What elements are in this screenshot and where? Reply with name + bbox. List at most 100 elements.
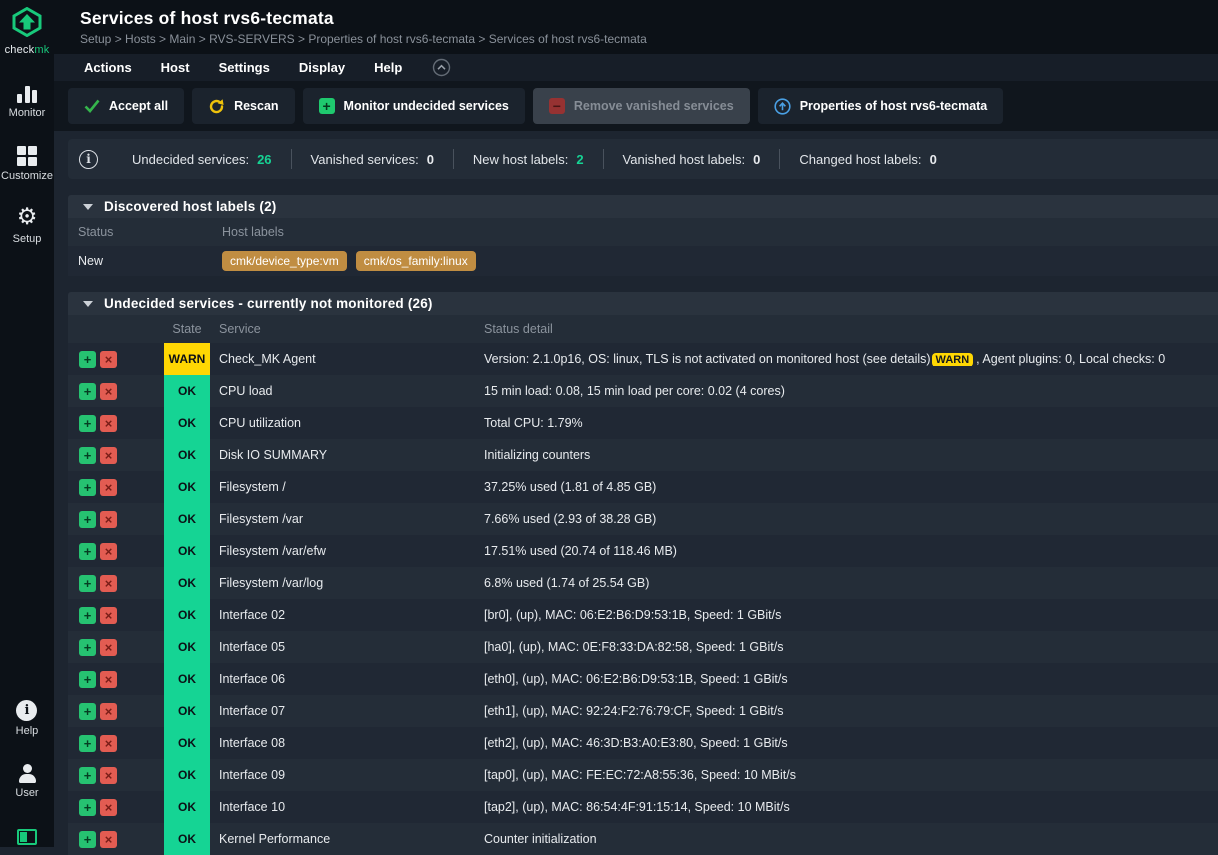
page-header: Services of host rvs6-tecmata Setup > Ho…	[54, 0, 1218, 54]
state-badge: OK	[164, 631, 210, 663]
summary-new-host-labels: New host labels:2	[473, 152, 584, 167]
menu-actions[interactable]: Actions	[84, 60, 132, 75]
state-badge: OK	[164, 535, 210, 567]
row-controls: + ×	[68, 415, 164, 432]
ignore-service-button[interactable]: ×	[100, 831, 117, 848]
monitor-service-button[interactable]: +	[79, 575, 96, 592]
monitor-service-button[interactable]: +	[79, 543, 96, 560]
host-labels-row: New cmk/device_type:vmcmk/os_family:linu…	[68, 246, 1218, 276]
ignore-service-button[interactable]: ×	[100, 479, 117, 496]
monitor-service-button[interactable]: +	[79, 447, 96, 464]
sidebar-nav: Monitor Customize ⚙ Setup	[1, 56, 53, 245]
row-controls: + ×	[68, 703, 164, 720]
monitor-service-button[interactable]: +	[79, 511, 96, 528]
monitor-service-button[interactable]: +	[79, 831, 96, 848]
ignore-service-button[interactable]: ×	[100, 607, 117, 624]
state-badge: OK	[164, 759, 210, 791]
summary-changed-host-labels: Changed host labels:0	[799, 152, 936, 167]
service-name: Interface 10	[210, 800, 484, 814]
monitor-service-button[interactable]: +	[79, 735, 96, 752]
service-name: Interface 06	[210, 672, 484, 686]
sidebar-item-customize[interactable]: Customize	[1, 142, 53, 182]
monitor-undecided-services-button[interactable]: + Monitor undecided services	[303, 88, 525, 124]
summary-separator	[779, 149, 780, 169]
services-table-header: State Service Status detail	[68, 315, 1218, 343]
properties-of-host-button[interactable]: Properties of host rvs6-tecmata	[758, 88, 1004, 124]
ignore-service-button[interactable]: ×	[100, 703, 117, 720]
sidebar-item-help[interactable]: i Help	[16, 697, 39, 737]
ignore-service-button[interactable]: ×	[100, 383, 117, 400]
status-detail: 15 min load: 0.08, 15 min load per core:…	[484, 384, 1218, 398]
accept-all-button[interactable]: Accept all	[68, 88, 184, 124]
monitor-service-button[interactable]: +	[79, 639, 96, 656]
status-detail: Total CPU: 1.79%	[484, 416, 1218, 430]
row-controls: + ×	[68, 607, 164, 624]
menu-host[interactable]: Host	[161, 60, 190, 75]
menu-display[interactable]: Display	[299, 60, 345, 75]
breadcrumb[interactable]: Setup > Hosts > Main > RVS-SERVERS > Pro…	[80, 32, 1218, 46]
undecided-services-section: Undecided services - currently not monit…	[68, 292, 1218, 855]
status-detail: 6.8% used (1.74 of 25.54 GB)	[484, 576, 1218, 590]
sidebar-item-user[interactable]: User	[15, 759, 38, 799]
service-name: Filesystem /	[210, 480, 484, 494]
sidebar-item-monitor[interactable]: Monitor	[9, 79, 46, 119]
monitor-service-button[interactable]: +	[79, 671, 96, 688]
ignore-service-button[interactable]: ×	[100, 543, 117, 560]
service-row: + × OK Interface 05 [ha0], (up), MAC: 0E…	[68, 631, 1218, 663]
monitor-service-button[interactable]: +	[79, 383, 96, 400]
collapse-triangle-icon	[83, 204, 93, 210]
ignore-service-button[interactable]: ×	[100, 511, 117, 528]
chevron-up-circle-icon	[432, 58, 451, 77]
service-name: Interface 09	[210, 768, 484, 782]
monitor-service-button[interactable]: +	[79, 767, 96, 784]
monitor-service-button[interactable]: +	[79, 799, 96, 816]
checkmk-hexagon-icon	[11, 7, 43, 37]
host-labels-section-header[interactable]: Discovered host labels (2)	[68, 195, 1218, 218]
menu-settings[interactable]: Settings	[219, 60, 270, 75]
service-row: + × OK Interface 02 [br0], (up), MAC: 06…	[68, 599, 1218, 631]
row-controls: + ×	[68, 543, 164, 560]
monitor-service-button[interactable]: +	[79, 351, 96, 368]
sidebar-item-setup[interactable]: ⚙ Setup	[13, 205, 42, 245]
row-controls: + ×	[68, 447, 164, 464]
ignore-service-button[interactable]: ×	[100, 351, 117, 368]
ignore-service-button[interactable]: ×	[100, 415, 117, 432]
monitor-service-button[interactable]: +	[79, 479, 96, 496]
menu-help[interactable]: Help	[374, 60, 402, 75]
row-controls: + ×	[68, 639, 164, 656]
collapse-menubar-button[interactable]	[432, 58, 451, 77]
ignore-service-button[interactable]: ×	[100, 447, 117, 464]
collapse-triangle-icon	[83, 301, 93, 307]
ignore-service-button[interactable]: ×	[100, 639, 117, 656]
service-row: + × OK Interface 07 [eth1], (up), MAC: 9…	[68, 695, 1218, 727]
ignore-service-button[interactable]: ×	[100, 799, 117, 816]
service-name: CPU utilization	[210, 416, 484, 430]
refresh-icon	[208, 98, 225, 115]
row-controls: + ×	[68, 671, 164, 688]
ignore-service-button[interactable]: ×	[100, 735, 117, 752]
checkmk-logo[interactable]: checkmk	[5, 7, 50, 56]
service-name: Interface 05	[210, 640, 484, 654]
ignore-service-button[interactable]: ×	[100, 767, 117, 784]
service-row: + × OK Kernel Performance Counter initia…	[68, 823, 1218, 855]
state-badge: OK	[164, 791, 210, 823]
sidebar-item-sidebar-toggle[interactable]: Sidebar	[8, 821, 46, 847]
status-detail: 37.25% used (1.81 of 4.85 GB)	[484, 480, 1218, 494]
monitor-service-button[interactable]: +	[79, 703, 96, 720]
rescan-button[interactable]: Rescan	[192, 88, 294, 124]
monitor-service-button[interactable]: +	[79, 607, 96, 624]
undecided-services-section-header[interactable]: Undecided services - currently not monit…	[68, 292, 1218, 315]
service-name: Interface 07	[210, 704, 484, 718]
service-row: + × OK CPU utilization Total CPU: 1.79%	[68, 407, 1218, 439]
row-controls: + ×	[68, 383, 164, 400]
status-detail: [eth1], (up), MAC: 92:24:F2:76:79:CF, Sp…	[484, 704, 1218, 718]
status-detail: Counter initialization	[484, 832, 1218, 846]
service-row: + × OK Filesystem /var/efw 17.51% used (…	[68, 535, 1218, 567]
status-detail: [ha0], (up), MAC: 0E:F8:33:DA:82:58, Spe…	[484, 640, 1218, 654]
remove-vanished-services-button[interactable]: − Remove vanished services	[533, 88, 750, 124]
row-controls: + ×	[68, 575, 164, 592]
monitor-service-button[interactable]: +	[79, 415, 96, 432]
ignore-service-button[interactable]: ×	[100, 671, 117, 688]
ignore-service-button[interactable]: ×	[100, 575, 117, 592]
checkmk-app: checkmk Monitor Customize ⚙ Setup	[0, 0, 1218, 847]
